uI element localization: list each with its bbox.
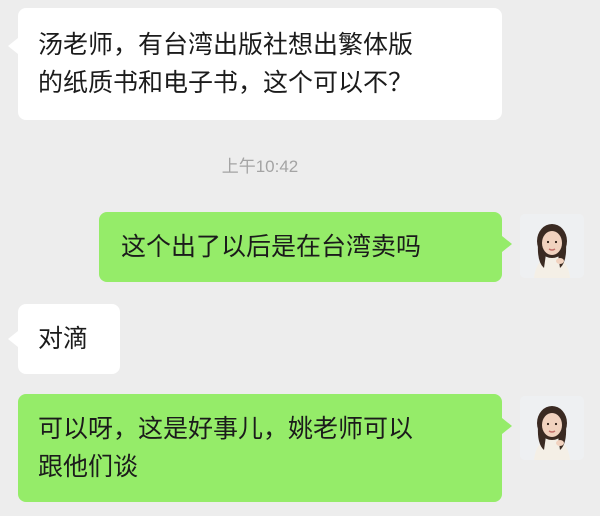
- outgoing-message-bubble[interactable]: 这个出了以后是在台湾卖吗: [99, 212, 502, 282]
- avatar[interactable]: [520, 396, 584, 460]
- message-timestamp: 上午10:42: [221, 157, 299, 176]
- incoming-message-bubble[interactable]: 汤老师，有台湾出版社想出繁体版 的纸质书和电子书，这个可以不？: [18, 8, 502, 120]
- outgoing-bubble-tail: [502, 418, 512, 434]
- incoming-bubble-tail: [8, 331, 18, 347]
- user-avatar-photo-icon: [520, 214, 584, 278]
- avatar[interactable]: [520, 214, 584, 278]
- user-avatar-photo-icon: [520, 396, 584, 460]
- outgoing-bubble-tail: [502, 236, 512, 252]
- incoming-bubble-tail: [8, 38, 18, 54]
- incoming-message-bubble[interactable]: 对滴: [18, 304, 120, 374]
- outgoing-message-bubble[interactable]: 可以呀，这是好事儿，姚老师可以 跟他们谈: [18, 394, 502, 502]
